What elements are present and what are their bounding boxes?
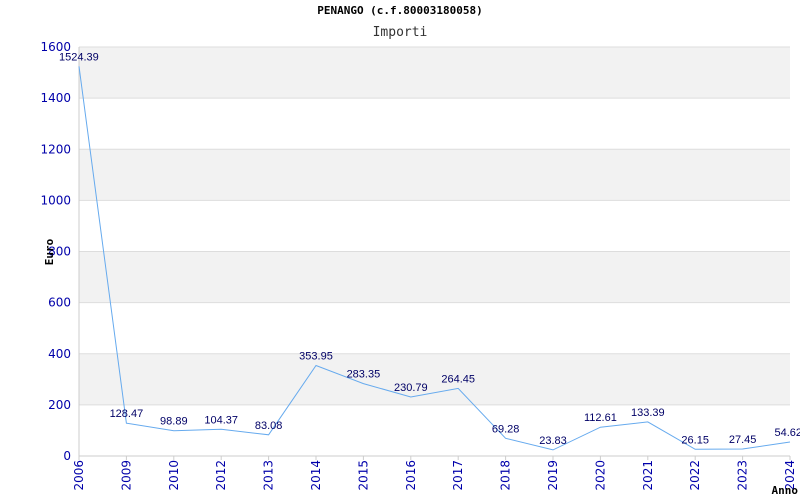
x-tick-label: 2016	[404, 460, 418, 491]
data-label: 98.89	[160, 416, 188, 428]
x-tick-label: 2021	[641, 460, 655, 491]
y-tick-label: 400	[48, 347, 71, 361]
x-tick-label: 2023	[736, 460, 750, 491]
x-tick-label: 2017	[451, 460, 465, 491]
data-label: 128.47	[110, 408, 144, 420]
grid-bands	[79, 47, 790, 405]
data-label: 54.62	[774, 427, 800, 439]
x-tick-label: 2014	[309, 460, 323, 491]
x-tick-label: 2012	[214, 460, 228, 491]
x-tick-label: 2010	[167, 460, 181, 491]
grid-band	[79, 353, 790, 405]
y-axis-label: Euro	[43, 238, 56, 265]
x-tick-label: 2018	[499, 460, 513, 491]
x-tick-label: 2009	[119, 460, 133, 491]
y-tick-label: 1000	[40, 193, 71, 207]
x-tick-label: 2006	[72, 460, 86, 491]
x-axis-label: Anno	[772, 484, 799, 497]
y-tick-label: 0	[63, 449, 71, 463]
y-tick-label: 600	[48, 296, 71, 310]
y-tick-label: 1400	[40, 91, 71, 105]
data-label: 353.95	[299, 351, 333, 363]
data-label: 264.45	[441, 373, 475, 385]
x-tick-label: 2015	[356, 460, 370, 491]
data-label: 230.79	[394, 382, 428, 394]
line-chart: 02004006008001000120014001600 2006 2009 20…	[40, 40, 800, 497]
grid-band	[79, 149, 790, 201]
data-label: 1524.39	[59, 51, 99, 63]
x-tick-label: 2019	[546, 460, 560, 491]
data-label: 104.37	[204, 414, 238, 426]
y-tick-label: 1200	[40, 142, 71, 156]
y-tick-label: 200	[48, 398, 71, 412]
x-tick-label: 2022	[688, 460, 702, 491]
grid-band	[79, 251, 790, 303]
grid-band	[79, 47, 790, 99]
data-label: 69.28	[492, 423, 520, 435]
x-tick-label: 2013	[262, 460, 276, 491]
data-label: 83.08	[255, 420, 283, 432]
x-tick-labels: 2006 2009 2010 2012 2013 2014 2015 2016 2017 2018…	[72, 456, 797, 491]
data-label: 283.35	[347, 369, 381, 381]
data-label: 26.15	[681, 434, 709, 446]
data-label: 133.39	[631, 407, 665, 419]
data-label: 27.45	[729, 434, 757, 446]
x-tick-label: 2020	[593, 460, 607, 491]
data-label: 112.61	[584, 412, 617, 424]
data-label: 23.83	[539, 435, 567, 447]
